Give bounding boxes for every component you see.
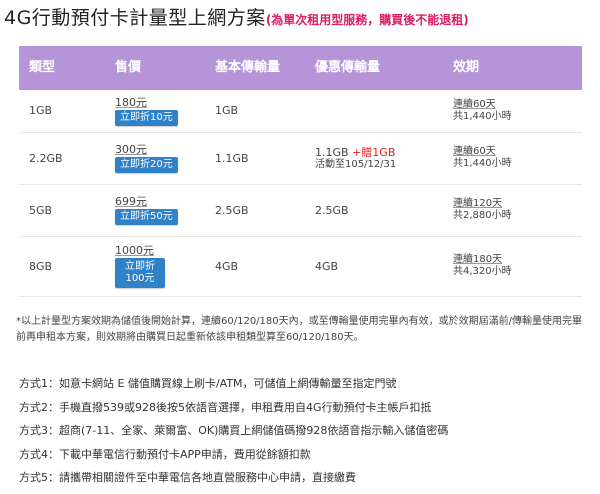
method-item: 方式2：手機直撥539或928後按5依語音選擇，申租費用自4G行動預付卡主帳戶扣… xyxy=(19,400,432,414)
promo-deadline: 活動至105/12/31 xyxy=(315,158,397,170)
cell-type: 2.2GB xyxy=(19,132,105,185)
promo-value: 2.5GB xyxy=(315,203,349,217)
title-note: (為單次租用型服務，購買後不能退租) xyxy=(265,13,469,27)
table-row: 5GB 699元 立即折50元 2.5GB 2.5GB 連續120天 共2,88… xyxy=(19,184,582,237)
table-row: 1GB 180元 立即折10元 1GB 連續60天 共1,440小時 xyxy=(19,90,582,133)
cell-promo: 1.1GB +贈1GB 活動至105/12/31 xyxy=(305,132,443,185)
cell-type: 8GB xyxy=(19,236,105,297)
method-item: 方式4：下載中華電信行動預付卡APP申請，費用從餘額扣款 xyxy=(19,447,311,461)
cell-price: 300元 立即折20元 xyxy=(105,132,205,185)
cell-type: 1GB xyxy=(19,90,105,133)
method-item: 方式3：超商(7-11、全家、萊爾富、OK)購買上網儲值碼撥928依語音指示輸入… xyxy=(19,424,449,437)
header-type: 類型 xyxy=(19,46,105,90)
cell-promo: 4GB xyxy=(305,236,443,297)
promo-value: 4GB xyxy=(315,259,339,273)
cell-promo xyxy=(305,90,443,133)
table-row: 2.2GB 300元 立即折20元 1.1GB 1.1GB +贈1GB 活動至1… xyxy=(19,132,582,185)
discount-button[interactable]: 立即折50元 xyxy=(115,209,178,225)
header-price: 售價 xyxy=(105,46,205,90)
discount-button[interactable]: 立即折100元 xyxy=(115,258,165,288)
validity-days: 連續120天 xyxy=(453,198,503,209)
validity-days: 連續60天 xyxy=(453,146,496,157)
cell-basic: 2.5GB xyxy=(205,184,305,237)
header-basic-data: 基本傳輸量 xyxy=(205,46,305,90)
validity-hours: 共4,320小時 xyxy=(453,266,512,277)
price-value: 180元 xyxy=(115,95,147,109)
method-item: 方式1：如意卡網站 E 儲值購買線上刷卡/ATM，可儲值上網傳輸量至指定門號 xyxy=(19,377,397,390)
validity-hours: 共2,880小時 xyxy=(453,210,512,221)
price-value: 699元 xyxy=(115,195,147,208)
cell-type: 5GB xyxy=(19,184,105,237)
validity-hours: 共1,440小時 xyxy=(453,110,512,122)
validity-days: 連續180天 xyxy=(453,254,503,265)
price-value: 1000元 xyxy=(115,244,154,257)
cell-validity: 連續120天 共2,880小時 xyxy=(443,184,582,237)
cell-validity: 連續60天 共1,440小時 xyxy=(443,132,582,185)
header-promo-data: 優惠傳輸量 xyxy=(305,46,443,90)
cell-price: 180元 立即折10元 xyxy=(105,90,205,133)
page-title-block: 4G行動預付卡計量型上網方案(為單次租用型服務，購買後不能退租) xyxy=(4,8,596,30)
discount-button[interactable]: 立即折10元 xyxy=(115,109,178,126)
cell-basic: 1.1GB xyxy=(205,132,305,185)
purchase-methods: 方式1：如意卡網站 E 儲值購買線上刷卡/ATM，可儲值上網傳輸量至指定門號 方… xyxy=(19,376,589,494)
footnote: *以上計量型方案效期為儲值後開始計算，連續60/120/180天內，或至傳輸量使… xyxy=(16,316,583,343)
cell-validity: 連續60天 共1,440小時 xyxy=(443,90,582,133)
table-header-row: 類型 售價 基本傳輸量 優惠傳輸量 效期 xyxy=(19,46,582,90)
plan-table: 類型 售價 基本傳輸量 優惠傳輸量 效期 1GB 180元 立即折10元 1GB… xyxy=(19,46,582,297)
validity-hours: 共1,440小時 xyxy=(453,158,512,169)
promo-value: 1.1GB +贈1GB xyxy=(315,145,396,159)
method-item: 方式5：請攜帶相關證件至中華電信各地直營服務中心申請，直接繳費 xyxy=(19,471,356,484)
cell-basic: 4GB xyxy=(205,236,305,297)
page-title: 4G行動預付卡計量型上網方案 xyxy=(4,7,266,29)
discount-button[interactable]: 立即折20元 xyxy=(115,157,178,173)
cell-basic: 1GB xyxy=(205,90,305,133)
price-value: 300元 xyxy=(115,143,147,156)
validity-days: 連續60天 xyxy=(453,98,496,110)
cell-price: 1000元 立即折100元 xyxy=(105,236,205,297)
table-row: 8GB 1000元 立即折100元 4GB 4GB 連續180天 共4,320小… xyxy=(19,236,582,297)
cell-promo: 2.5GB xyxy=(305,184,443,237)
header-validity: 效期 xyxy=(443,46,582,90)
cell-validity: 連續180天 共4,320小時 xyxy=(443,236,582,297)
cell-price: 699元 立即折50元 xyxy=(105,184,205,237)
